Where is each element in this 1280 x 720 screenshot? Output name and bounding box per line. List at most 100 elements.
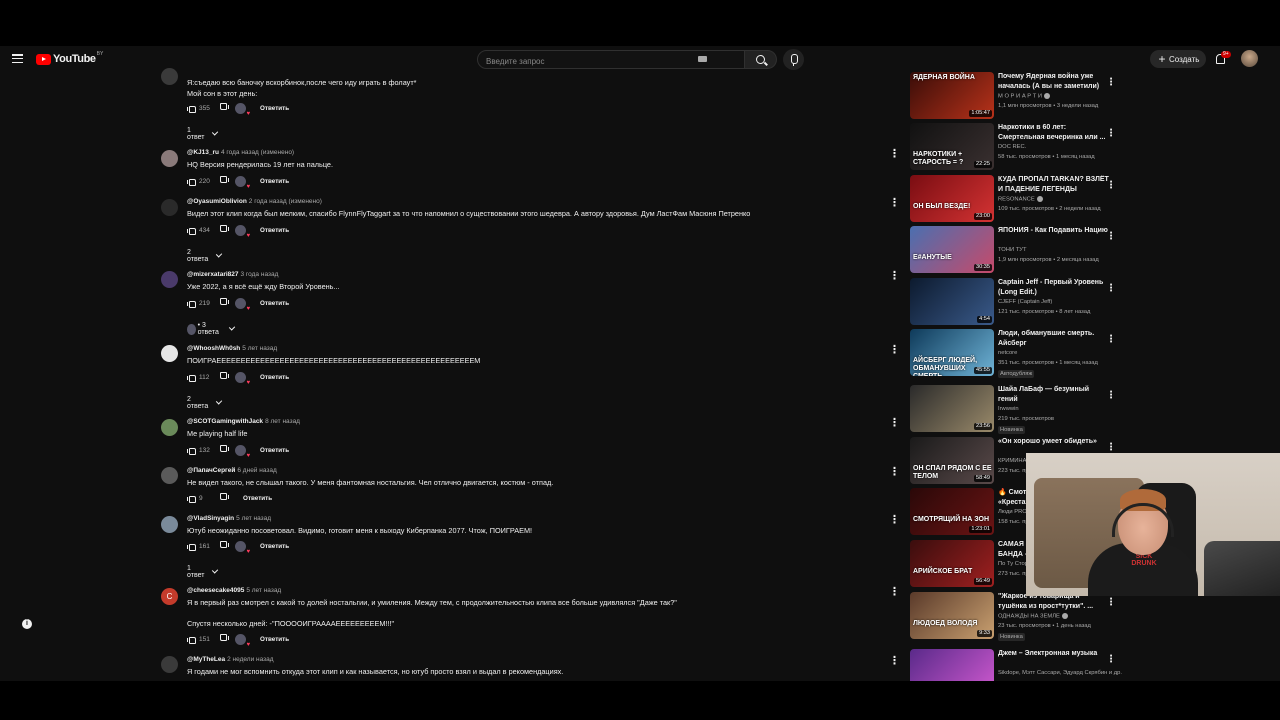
recommendation-item[interactable]: Е#АНУТЫЕ 30:35 ЯПОНИЯ - Как Подавить Нацию… bbox=[910, 226, 1115, 276]
reply-button[interactable]: Ответить bbox=[260, 374, 289, 381]
comment-author[interactable]: @SCOTGamingwithJack bbox=[187, 418, 263, 425]
info-icon[interactable]: i bbox=[22, 619, 32, 629]
video-more-icon[interactable] bbox=[1106, 123, 1116, 141]
video-thumbnail[interactable] bbox=[910, 649, 994, 681]
video-title[interactable]: Джем – Электронная музыка bbox=[998, 649, 1110, 659]
like-icon[interactable] bbox=[187, 635, 196, 644]
channel-name[interactable]: Люди PRO bbox=[998, 509, 1027, 515]
comment-avatar[interactable] bbox=[161, 656, 178, 673]
replies-toggle[interactable]: 2 ответа bbox=[187, 396, 223, 410]
comment-time[interactable]: 3 года назад bbox=[241, 271, 279, 278]
video-title[interactable]: ЯПОНИЯ - Как Подавить Нацию bbox=[998, 226, 1110, 236]
video-title[interactable]: Шайа ЛаБаф — безумный гений bbox=[998, 385, 1110, 405]
comment-more-icon[interactable] bbox=[889, 416, 900, 429]
reply-button[interactable]: Ответить bbox=[260, 300, 289, 307]
recommendation-item[interactable]: 23:56 Шайа ЛаБаф — безумный гений Irwwwin 2… bbox=[910, 385, 1115, 435]
keyboard-icon[interactable] bbox=[698, 56, 708, 62]
video-more-icon[interactable] bbox=[1106, 385, 1116, 403]
channel-name[interactable]: ТОНИ ТУТ bbox=[998, 247, 1027, 253]
video-more-icon[interactable] bbox=[1106, 175, 1116, 193]
comment-more-icon[interactable] bbox=[889, 585, 900, 598]
video-more-icon[interactable] bbox=[1106, 226, 1116, 244]
reply-button[interactable]: Ответить bbox=[260, 227, 289, 234]
create-button[interactable]: + Создать bbox=[1150, 50, 1206, 68]
reply-button[interactable]: Ответить bbox=[260, 105, 289, 112]
like-icon[interactable] bbox=[187, 226, 196, 235]
recommendation-item[interactable]: НАРКОТИКИ + СТАРОСТЬ = ? 22:25 Наркотики в… bbox=[910, 123, 1115, 173]
channel-name[interactable]: М О Р И А Р Т И bbox=[998, 93, 1051, 100]
video-title[interactable]: Люди, обманувшие смерть. Айсберг bbox=[998, 329, 1110, 349]
search-button[interactable] bbox=[745, 50, 777, 69]
dislike-icon[interactable] bbox=[221, 373, 229, 381]
voice-search-icon[interactable] bbox=[783, 49, 804, 70]
video-thumbnail[interactable]: ЛЮДОЕД ВОЛОДЯ 9:33 bbox=[910, 592, 994, 639]
channel-name[interactable]: netcore bbox=[998, 350, 1017, 356]
reply-button[interactable]: Ответить bbox=[260, 447, 289, 454]
comment-time[interactable]: 5 лет назад bbox=[236, 515, 271, 522]
dislike-icon[interactable] bbox=[221, 635, 229, 643]
video-title[interactable]: «Он хорошо умеет обидеть» bbox=[998, 437, 1110, 447]
video-thumbnail[interactable]: 23:56 bbox=[910, 385, 994, 432]
reply-button[interactable]: Ответить bbox=[260, 543, 289, 550]
comment-avatar[interactable] bbox=[161, 271, 178, 288]
video-thumbnail[interactable]: 4:54 bbox=[910, 278, 994, 325]
comment-time[interactable]: 4 года назад (изменено) bbox=[221, 149, 294, 156]
video-thumbnail[interactable]: Е#АНУТЫЕ 30:35 bbox=[910, 226, 994, 273]
recommendation-item[interactable]: Джем – Электронная музыка Sikdope, Мэтт С… bbox=[910, 649, 1122, 681]
reply-button[interactable]: Ответить bbox=[260, 178, 289, 185]
channel-name[interactable]: ОДНАЖДЫ НА ЗЕМЛЕ bbox=[998, 613, 1068, 620]
dislike-icon[interactable] bbox=[221, 226, 229, 234]
video-thumbnail[interactable]: ОН СПАЛ РЯДОМ С ЕЕ ТЕЛОМ 58:49 bbox=[910, 437, 994, 484]
comment-more-icon[interactable] bbox=[889, 654, 900, 667]
video-more-icon[interactable] bbox=[1106, 278, 1116, 296]
comment-more-icon[interactable] bbox=[889, 513, 900, 526]
comment-avatar[interactable] bbox=[161, 68, 178, 85]
recommendation-item[interactable]: ЛЮДОЕД ВОЛОДЯ 9:33 "Жаркое из товарища и т… bbox=[910, 592, 1115, 642]
comment-author[interactable]: @mizerxatari827 bbox=[187, 271, 239, 278]
comment-avatar[interactable] bbox=[161, 150, 178, 167]
like-icon[interactable] bbox=[187, 494, 196, 503]
like-icon[interactable] bbox=[187, 542, 196, 551]
dislike-icon[interactable] bbox=[221, 446, 229, 454]
comment-author[interactable]: @KJ13_ru bbox=[187, 149, 219, 156]
channel-name[interactable]: DOC REC. bbox=[998, 144, 1026, 150]
like-icon[interactable] bbox=[187, 104, 196, 113]
dislike-icon[interactable] bbox=[221, 494, 229, 502]
video-thumbnail[interactable]: АРИЙСКОЕ БРАТ 56:49 bbox=[910, 540, 994, 587]
like-icon[interactable] bbox=[187, 446, 196, 455]
comment-more-icon[interactable] bbox=[889, 465, 900, 478]
video-thumbnail[interactable]: СМОТРЯЩИЙ НА ЗОН 1:23:01 bbox=[910, 488, 994, 535]
recommendation-item[interactable]: ЯДЕРНАЯ ВОЙНА 1:05:47 Почему Ядерная война… bbox=[910, 72, 1115, 122]
replies-toggle[interactable]: • 3 ответа bbox=[187, 322, 236, 336]
menu-icon[interactable] bbox=[12, 54, 23, 64]
replies-toggle[interactable]: 2 ответа bbox=[187, 249, 223, 263]
video-thumbnail[interactable]: ЯДЕРНАЯ ВОЙНА 1:05:47 bbox=[910, 72, 994, 119]
like-icon[interactable] bbox=[187, 177, 196, 186]
recommendation-item[interactable]: АЙСБЕРГ ЛЮДЕЙ, ОБМАНУВШИХ СМЕРТЬ45:55Люд… bbox=[910, 329, 1115, 379]
comment-avatar[interactable]: C bbox=[161, 588, 178, 605]
comment-avatar[interactable] bbox=[161, 199, 178, 216]
search-input[interactable] bbox=[478, 53, 708, 70]
recommendation-item[interactable]: 4:54 Captain Jeff - Первый Уровень (Long … bbox=[910, 278, 1115, 328]
recommendation-item[interactable]: ОН БЫЛ ВЕЗДЕ! 23:00 КУДА ПРОПАЛ TARKAN? ВЗ… bbox=[910, 175, 1115, 225]
dislike-icon[interactable] bbox=[221, 104, 229, 112]
comment-time[interactable]: 6 дней назад bbox=[237, 467, 276, 474]
video-thumbnail[interactable]: НАРКОТИКИ + СТАРОСТЬ = ? 22:25 bbox=[910, 123, 994, 170]
video-title[interactable]: Наркотики в 60 лет: Смертельная вечеринк… bbox=[998, 123, 1110, 143]
reply-button[interactable]: Ответить bbox=[243, 495, 272, 502]
comment-avatar[interactable] bbox=[161, 516, 178, 533]
comment-author[interactable]: @cheesecake4095 bbox=[187, 587, 244, 594]
like-icon[interactable] bbox=[187, 373, 196, 382]
video-more-icon[interactable] bbox=[1106, 72, 1116, 90]
channel-name[interactable]: Irwwwin bbox=[998, 406, 1019, 412]
like-icon[interactable] bbox=[187, 299, 196, 308]
comment-time[interactable]: 5 лет назад bbox=[246, 587, 281, 594]
comment-author[interactable]: @OyasumiOblivion bbox=[187, 198, 247, 205]
comment-more-icon[interactable] bbox=[889, 147, 900, 160]
comment-more-icon[interactable] bbox=[889, 269, 900, 282]
comment-avatar[interactable] bbox=[161, 419, 178, 436]
video-title[interactable]: КУДА ПРОПАЛ TARKAN? ВЗЛЁТ И ПАДЕНИЕ ЛЕГЕ… bbox=[998, 175, 1110, 195]
comment-avatar[interactable] bbox=[161, 345, 178, 362]
comment-time[interactable]: 5 лет назад bbox=[242, 345, 277, 352]
dislike-icon[interactable] bbox=[221, 299, 229, 307]
